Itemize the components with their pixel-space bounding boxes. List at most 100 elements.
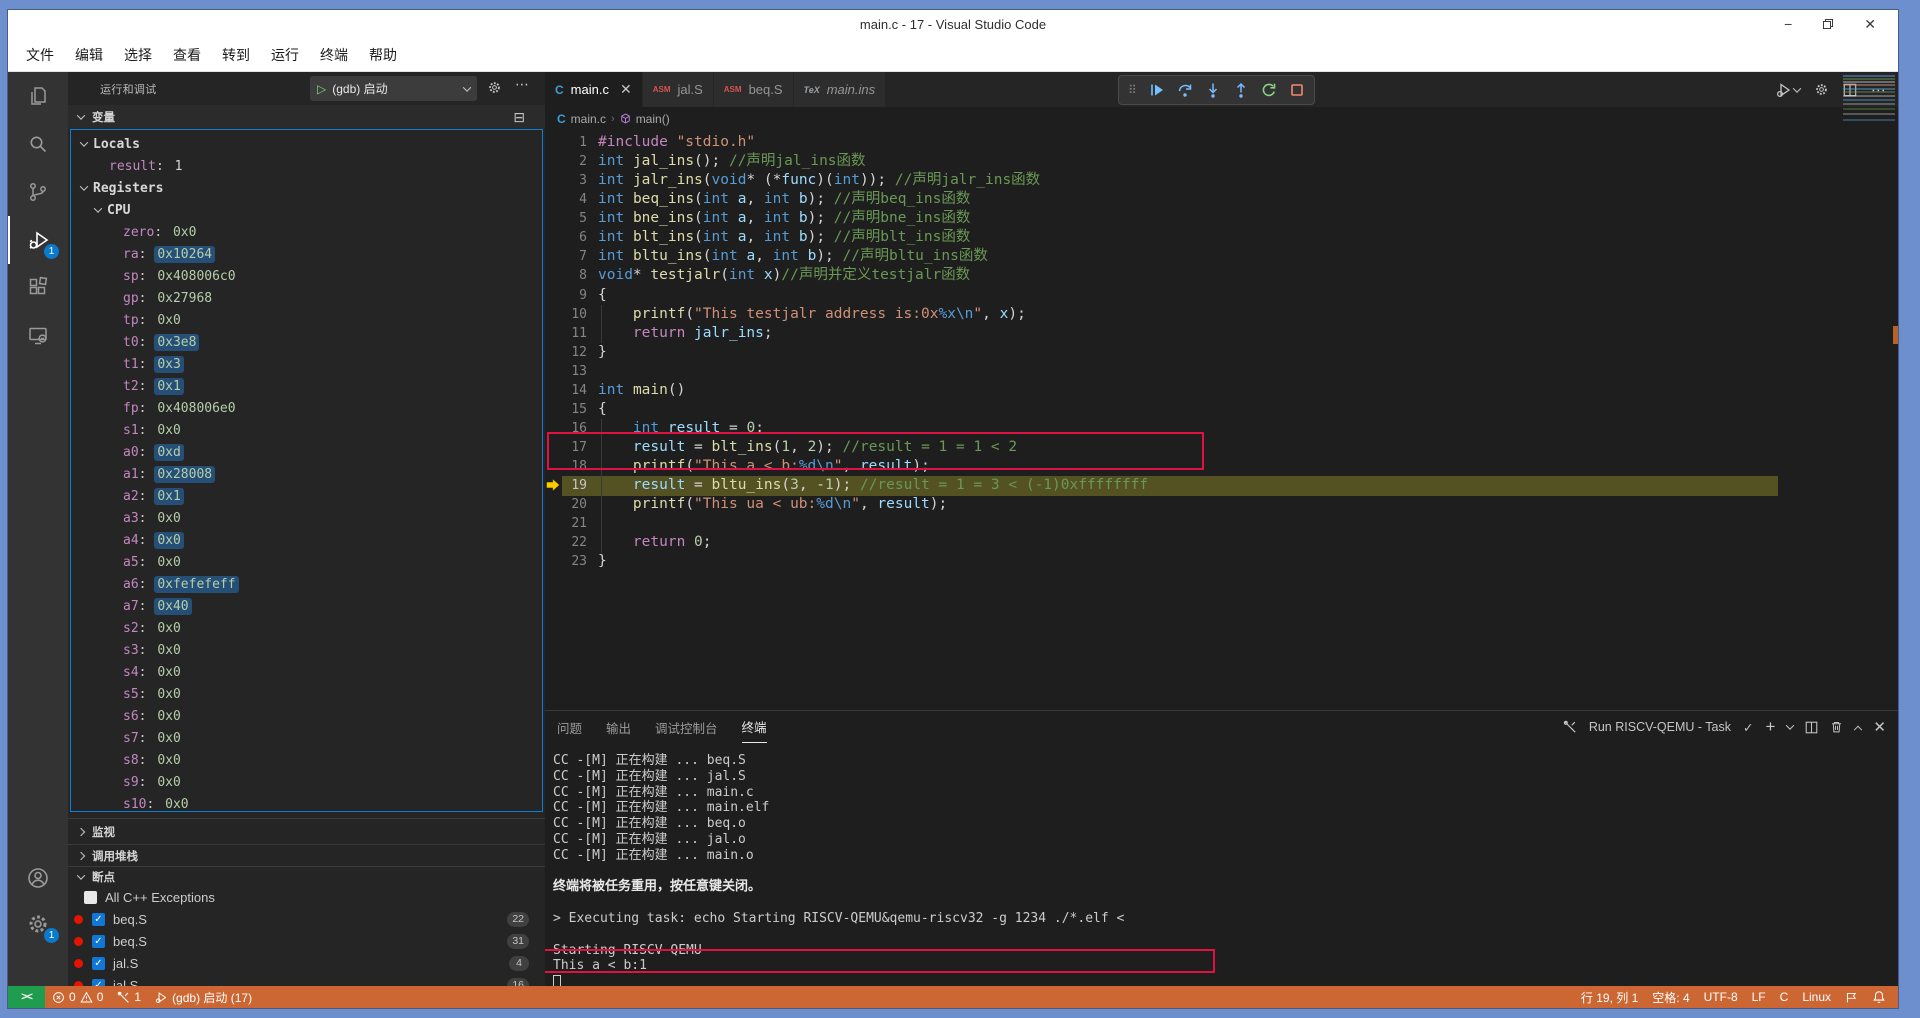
variable-row[interactable]: t0: 0x3e8 — [71, 331, 542, 353]
run-or-debug-button[interactable] — [1776, 82, 1800, 98]
tab-main.c[interactable]: Cmain.c✕ — [545, 72, 643, 107]
variable-row[interactable]: s2: 0x0 — [71, 617, 542, 639]
step-out-button[interactable] — [1233, 82, 1249, 98]
variable-row[interactable]: a2: 0x1 — [71, 485, 542, 507]
step-over-button[interactable] — [1177, 82, 1193, 98]
settings-gear-icon[interactable]: 1 — [8, 900, 68, 948]
variable-row[interactable]: s3: 0x0 — [71, 639, 542, 661]
scope-row[interactable]: CPU — [71, 199, 542, 221]
variable-row[interactable]: ra: 0x10264 — [71, 243, 542, 265]
breakpoint-row[interactable]: ✓beq.S31 — [68, 930, 545, 952]
close-tab-icon[interactable]: ✕ — [620, 81, 632, 98]
tab-jal.S[interactable]: ASMjal.S — [643, 72, 714, 107]
code-line[interactable]: 14int main() — [545, 381, 1898, 400]
variable-row[interactable]: s7: 0x0 — [71, 727, 542, 749]
launch-config-dropdown[interactable]: ▷ (gdb) 启动 — [310, 76, 477, 101]
variable-row[interactable]: a7: 0x40 — [71, 595, 542, 617]
minimap[interactable] — [1843, 75, 1895, 141]
tasks-status[interactable]: 1 — [110, 986, 148, 1008]
code-line[interactable]: 21 — [545, 514, 1898, 533]
feedback-icon[interactable] — [1838, 986, 1865, 1008]
menu-item-终端[interactable]: 终端 — [320, 45, 348, 65]
variable-row[interactable]: tp: 0x0 — [71, 309, 542, 331]
terminal-dropdown-icon[interactable] — [1786, 721, 1794, 729]
code-line[interactable]: 1#include "stdio.h" — [545, 133, 1898, 152]
language-mode-status[interactable]: C — [1773, 986, 1796, 1008]
code-line[interactable]: 13 — [545, 362, 1898, 381]
kill-terminal-icon[interactable] — [1830, 720, 1843, 734]
eol-status[interactable]: LF — [1745, 986, 1773, 1008]
restore-button[interactable] — [1822, 18, 1834, 30]
panel-tab-调试控制台[interactable]: 调试控制台 — [655, 711, 718, 743]
code-line[interactable]: 22 return 0; — [545, 533, 1898, 552]
variables-section-header[interactable]: 变量 ⊟ — [68, 105, 545, 129]
variable-row[interactable]: s1: 0x0 — [71, 419, 542, 441]
code-line[interactable]: 8void* testjalr(int x)//声明并定义testjalr函数 — [545, 266, 1898, 285]
explorer-icon[interactable] — [8, 72, 68, 120]
restart-button[interactable] — [1261, 82, 1277, 98]
watch-section-header[interactable]: 监视 — [68, 818, 545, 844]
breakpoint-checkbox[interactable]: ✓ — [92, 979, 105, 987]
variable-row[interactable]: a0: 0xd — [71, 441, 542, 463]
breakpoint-row[interactable]: ✓jal.S4 — [68, 952, 545, 974]
continue-button[interactable] — [1149, 82, 1165, 98]
remote-indicator[interactable]: >< — [8, 986, 45, 1008]
menu-item-查看[interactable]: 查看 — [173, 45, 201, 65]
scope-row[interactable]: Registers — [71, 177, 542, 199]
call-stack-section-header[interactable]: 调用堆栈 — [68, 844, 545, 866]
encoding-status[interactable]: UTF-8 — [1697, 986, 1745, 1008]
code-line[interactable]: 12} — [545, 343, 1898, 362]
code-area[interactable]: 1#include "stdio.h"2int jal_ins(); //声明j… — [545, 130, 1898, 710]
breakpoint-row[interactable]: ✓beq.S22 — [68, 908, 545, 930]
terminal-task-label[interactable]: Run RISCV-QEMU - Task — [1589, 720, 1731, 734]
variable-row[interactable]: a1: 0x28008 — [71, 463, 542, 485]
panel-tab-终端[interactable]: 终端 — [742, 711, 767, 743]
menu-item-编辑[interactable]: 编辑 — [75, 45, 103, 65]
variable-row[interactable]: gp: 0x27968 — [71, 287, 542, 309]
terminal-cursor[interactable] — [553, 975, 561, 986]
breadcrumb-file[interactable]: main.c — [571, 112, 606, 126]
code-line[interactable]: 23} — [545, 552, 1898, 571]
breakpoint-row[interactable]: ✓jal.S16 — [68, 974, 545, 986]
code-line[interactable]: 10 printf("This testjalr address is:0x%x… — [545, 305, 1898, 324]
debug-session-status[interactable]: (gdb) 启动 (17) — [148, 986, 259, 1008]
variables-tree[interactable]: Localsresult: 1RegistersCPUzero: 0x0ra: … — [70, 129, 543, 812]
variable-row[interactable]: t1: 0x3 — [71, 353, 542, 375]
split-terminal-icon[interactable] — [1805, 721, 1818, 734]
variable-row[interactable]: sp: 0x408006c0 — [71, 265, 542, 287]
search-icon[interactable] — [8, 120, 68, 168]
menu-item-帮助[interactable]: 帮助 — [369, 45, 397, 65]
scope-row[interactable]: Locals — [71, 133, 542, 155]
menu-item-运行[interactable]: 运行 — [271, 45, 299, 65]
breadcrumb-symbol[interactable]: main() — [636, 112, 670, 126]
variable-row[interactable]: s6: 0x0 — [71, 705, 542, 727]
code-line[interactable]: 20 printf("This ua < ub:%d\n", result); — [545, 495, 1898, 514]
source-control-icon[interactable] — [8, 168, 68, 216]
variable-row[interactable]: a5: 0x0 — [71, 551, 542, 573]
variable-row[interactable]: s8: 0x0 — [71, 749, 542, 771]
panel-tab-输出[interactable]: 输出 — [606, 711, 631, 743]
code-line[interactable]: 3int jalr_ins(void* (*func)(int)); //声明j… — [545, 171, 1898, 190]
code-line[interactable]: 11 return jalr_ins; — [545, 324, 1898, 343]
variable-row[interactable]: zero: 0x0 — [71, 221, 542, 243]
variable-row[interactable]: result: 1 — [71, 155, 542, 177]
start-debug-icon[interactable]: ▷ — [317, 82, 326, 96]
variable-row[interactable]: a6: 0xfefefeff — [71, 573, 542, 595]
variable-row[interactable]: fp: 0x408006e0 — [71, 397, 542, 419]
code-line[interactable]: 9{ — [545, 286, 1898, 305]
variable-row[interactable]: s4: 0x0 — [71, 661, 542, 683]
run-debug-icon[interactable]: 1 — [8, 216, 68, 264]
variable-row[interactable]: s5: 0x0 — [71, 683, 542, 705]
breakpoints-section-header[interactable]: 断点 — [68, 866, 545, 886]
breadcrumb[interactable]: C main.c › main() — [545, 107, 1898, 130]
exception-breakpoint-row[interactable]: All C++ Exceptions — [68, 886, 545, 908]
panel-tab-问题[interactable]: 问题 — [557, 711, 582, 743]
configure-gear-icon[interactable] — [1814, 82, 1829, 97]
code-line[interactable]: 6int blt_ins(int a, int b); //声明blt_ins函… — [545, 228, 1898, 247]
exceptions-checkbox[interactable] — [84, 891, 97, 904]
account-icon[interactable] — [8, 854, 68, 902]
variable-row[interactable]: a3: 0x0 — [71, 507, 542, 529]
notifications-bell-icon[interactable] — [1865, 986, 1898, 1008]
menu-item-转到[interactable]: 转到 — [222, 45, 250, 65]
code-line[interactable]: 19 result = bltu_ins(3, -1); //result = … — [545, 476, 1898, 495]
